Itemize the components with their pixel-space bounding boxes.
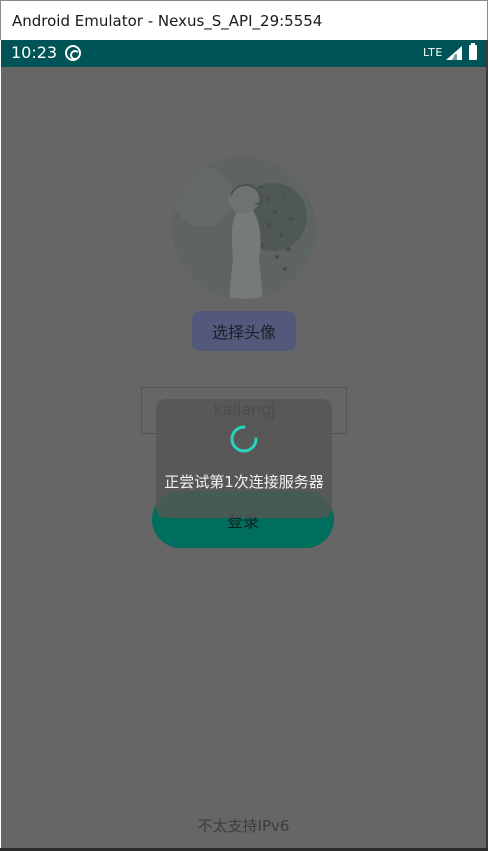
phone-screen: 10:23 LTE 选择头像 kailang 登录 bbox=[1, 40, 486, 848]
app-notification-icon bbox=[65, 45, 81, 61]
emulator-title-bar: Android Emulator - Nexus_S_API_29:5554 bbox=[0, 0, 488, 40]
avatar[interactable] bbox=[173, 157, 315, 299]
loading-dialog: 正尝试第1次连接服务器 bbox=[156, 399, 332, 518]
battery-icon bbox=[469, 43, 477, 60]
network-type-label: LTE bbox=[423, 46, 443, 59]
ipv6-status-text: 不太支持IPv6 bbox=[197, 817, 290, 835]
status-bar: 10:23 LTE bbox=[1, 40, 486, 67]
loading-spinner-icon bbox=[230, 425, 258, 453]
signal-icon bbox=[446, 46, 462, 60]
avatar-image bbox=[173, 157, 315, 299]
window-title: Android Emulator - Nexus_S_API_29:5554 bbox=[12, 11, 323, 30]
loading-message: 正尝试第1次连接服务器 bbox=[164, 473, 324, 491]
status-time: 10:23 bbox=[11, 43, 58, 62]
choose-avatar-button[interactable]: 选择头像 bbox=[192, 311, 296, 351]
